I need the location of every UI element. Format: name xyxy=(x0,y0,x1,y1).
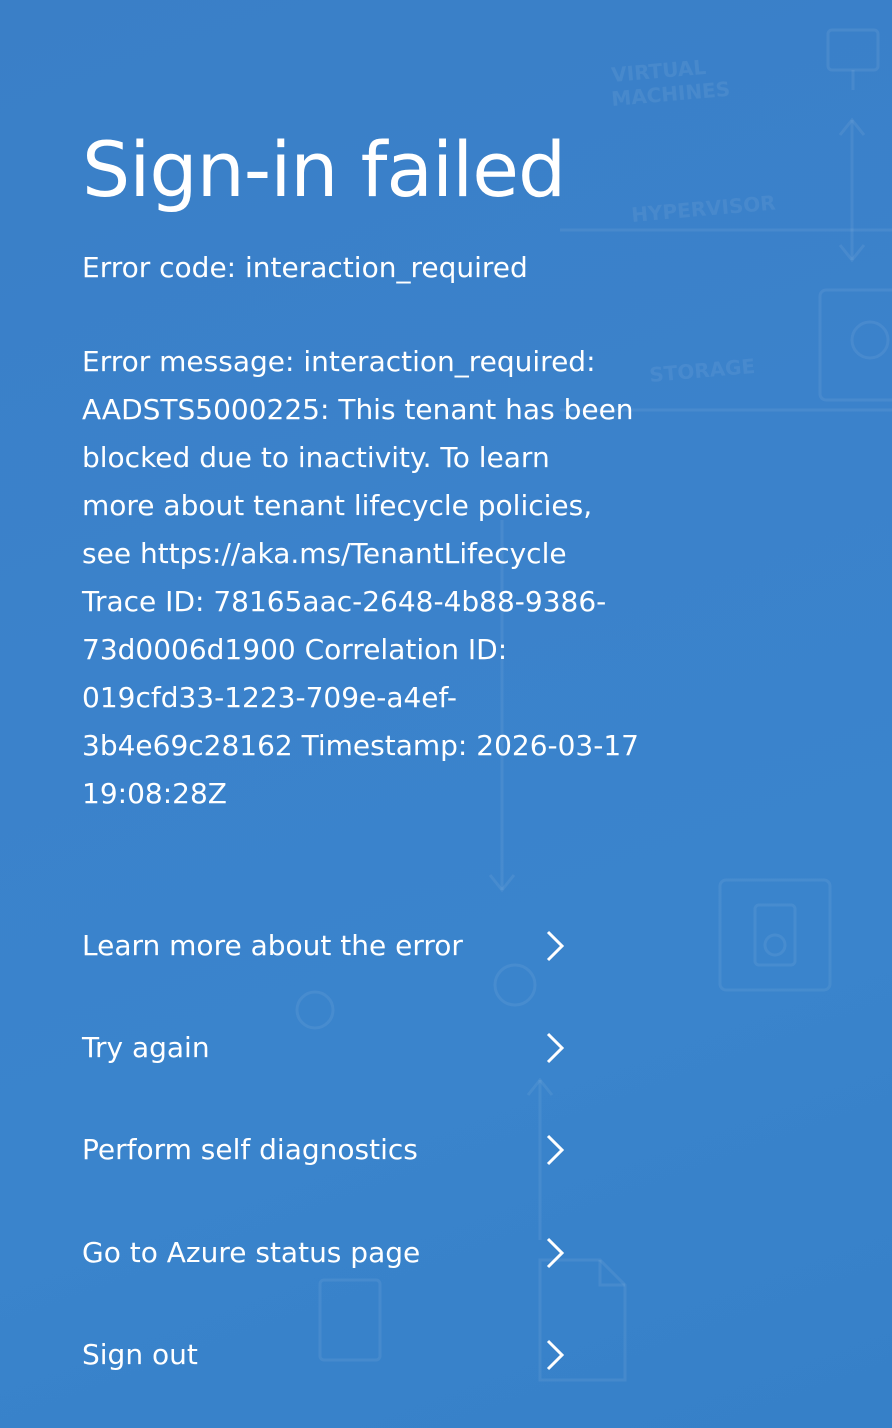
try-again-link[interactable]: Try again xyxy=(82,1018,572,1078)
error-message-line: 73d0006d1900 Correlation ID: xyxy=(82,633,508,666)
self-diagnostics-label: Perform self diagnostics xyxy=(82,1133,418,1166)
chevron-right-icon xyxy=(546,1032,565,1064)
azure-status-label: Go to Azure status page xyxy=(82,1236,421,1269)
learn-more-link[interactable]: Learn more about the error xyxy=(82,916,572,976)
svg-text:HYPERVISOR: HYPERVISOR xyxy=(630,190,776,227)
self-diagnostics-link[interactable]: Perform self diagnostics xyxy=(82,1120,572,1180)
error-code: Error code: interaction_required xyxy=(82,251,528,284)
error-message-line: Error message: interaction_required: xyxy=(82,345,596,378)
error-message-line: see https://aka.ms/TenantLifecycle xyxy=(82,537,567,570)
chevron-right-icon xyxy=(546,930,565,962)
chevron-right-icon xyxy=(546,1339,565,1371)
chevron-right-icon xyxy=(546,1134,565,1166)
learn-more-label: Learn more about the error xyxy=(82,929,463,962)
error-message-line: AADSTS5000225: This tenant has been xyxy=(82,393,634,426)
sign-out-label: Sign out xyxy=(82,1338,198,1371)
try-again-label: Try again xyxy=(82,1031,210,1064)
error-message: Error message: interaction_required: AAD… xyxy=(82,338,682,818)
error-message-line: 19:08:28Z xyxy=(82,777,227,810)
error-message-line: 019cfd33-1223-709e-a4ef- xyxy=(82,681,457,714)
error-message-line: 3b4e69c28162 Timestamp: 2026-03-17 xyxy=(82,729,639,762)
error-message-line: more about tenant lifecycle policies, xyxy=(82,489,593,522)
svg-text:MACHINES: MACHINES xyxy=(610,77,731,111)
page-title: Sign-in failed xyxy=(82,125,566,214)
error-message-line: Trace ID: 78165aac-2648-4b88-9386- xyxy=(82,585,607,618)
sign-out-link[interactable]: Sign out xyxy=(82,1325,572,1385)
azure-status-link[interactable]: Go to Azure status page xyxy=(82,1223,572,1283)
chevron-right-icon xyxy=(546,1237,565,1269)
error-message-line: blocked due to inactivity. To learn xyxy=(82,441,550,474)
svg-text:VIRTUAL: VIRTUAL xyxy=(610,55,707,87)
